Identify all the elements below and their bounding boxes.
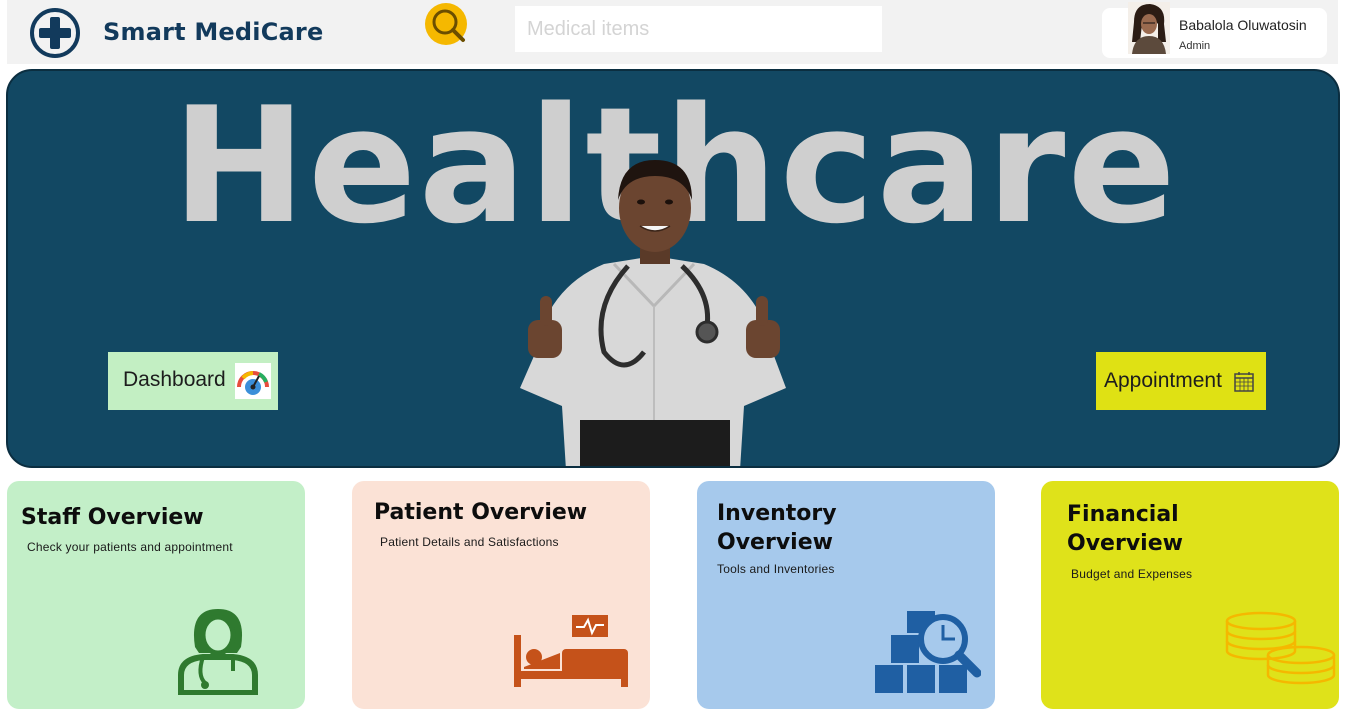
hospital-bed-icon — [514, 615, 628, 687]
doctor-image — [520, 160, 786, 466]
card-subtitle: Patient Details and Satisfactions — [380, 535, 559, 549]
card-subtitle: Tools and Inventories — [717, 562, 835, 576]
dashboard-button[interactable]: Dashboard — [108, 352, 278, 410]
appointment-label: Appointment — [1104, 369, 1222, 392]
dashboard-label: Dashboard — [123, 368, 226, 391]
speedometer-icon — [235, 363, 271, 399]
user-name: Babalola Oluwatosin — [1179, 17, 1307, 33]
coins-icon — [1225, 611, 1336, 685]
app-title: Smart MediCare — [103, 18, 324, 46]
avatar — [1128, 2, 1170, 54]
medical-cross-icon — [30, 8, 80, 58]
user-profile[interactable]: Babalola Oluwatosin Admin — [1102, 2, 1327, 58]
card-subtitle: Budget and Expenses — [1071, 567, 1193, 581]
user-role: Admin — [1179, 40, 1211, 52]
inventory-overview-card[interactable]: Inventory Overview Tools and Inventories — [697, 481, 995, 709]
inventory-search-icon — [875, 611, 981, 693]
card-subtitle: Check your patients and appointment — [27, 540, 233, 554]
staff-overview-card[interactable]: Staff Overview Check your patients and a… — [7, 481, 305, 709]
card-title: Financial Overview — [1067, 502, 1183, 556]
hero-banner: Healthcare Dashb — [6, 69, 1340, 468]
card-title: Staff Overview — [21, 505, 204, 530]
search-icon[interactable] — [419, 2, 477, 48]
top-bar: Smart MediCare Babalola Oluwatosin Admin — [7, 0, 1338, 64]
page: Smart MediCare Babalola Oluwatosin Admin… — [0, 0, 1350, 715]
appointment-button[interactable]: Appointment — [1096, 352, 1266, 410]
calendar-icon — [1234, 372, 1254, 392]
nurse-icon — [178, 609, 258, 695]
card-title: Inventory Overview — [717, 501, 837, 555]
search-input[interactable] — [515, 6, 882, 52]
card-title: Patient Overview — [374, 500, 588, 525]
patient-overview-card[interactable]: Patient Overview Patient Details and Sat… — [352, 481, 650, 709]
financial-overview-card[interactable]: Financial Overview Budget and Expenses — [1041, 481, 1339, 709]
